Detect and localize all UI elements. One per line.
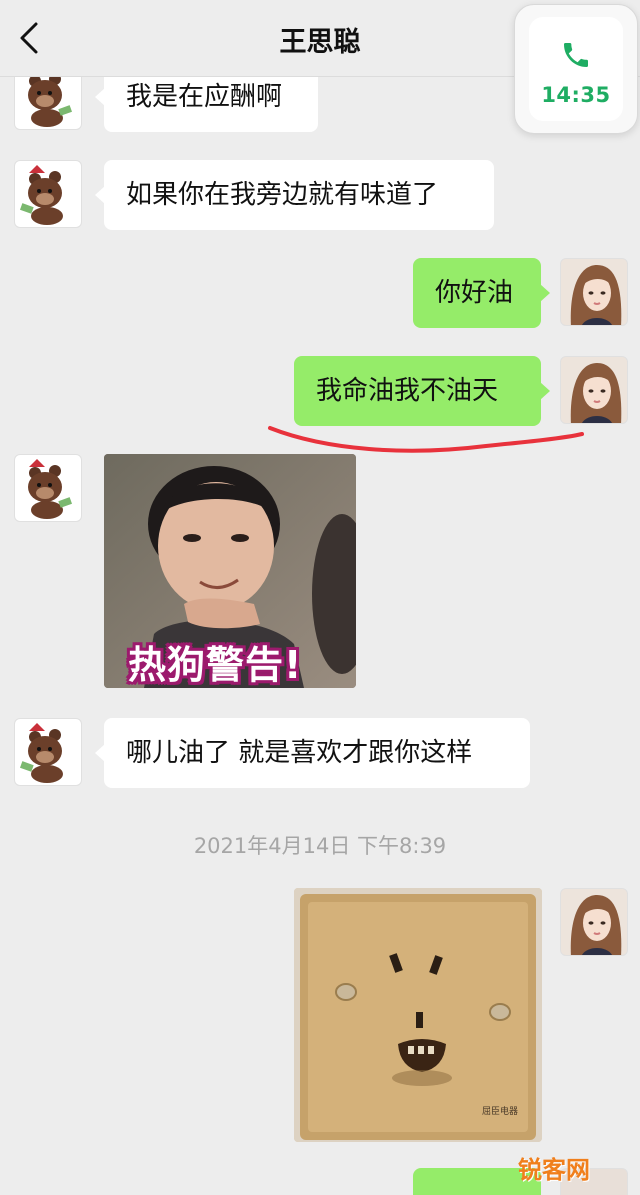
message-text: 如果你在我旁边就有味道了	[126, 180, 439, 210]
message-bubble-outgoing[interactable]: 你好油	[413, 258, 550, 328]
phone-icon	[564, 43, 588, 67]
chat-screen: 王思聪 14:35 我是在应酬啊 如果你在我旁边就有味道了 你好油 我命油我不油…	[0, 0, 640, 1195]
contact-avatar[interactable]	[14, 454, 82, 522]
message-bubble-incoming[interactable]: 如果你在我旁边就有味道了	[95, 160, 494, 230]
bear-avatar-icon	[19, 723, 63, 783]
socket-brand-label: 屈臣电器	[482, 1105, 518, 1117]
bear-avatar-icon	[28, 459, 73, 519]
contact-avatar[interactable]	[14, 160, 82, 228]
message-text: 哪儿油了 就是喜欢才跟你这样	[126, 738, 473, 768]
message-text: 你好油	[435, 278, 514, 308]
chat-timestamp: 2021年4月14日 下午8:39	[193, 834, 447, 858]
sticker-caption: 热狗警告!	[128, 643, 303, 687]
call-duration: 14:35	[541, 83, 611, 107]
sticker-message[interactable]: 热狗警告!	[104, 454, 356, 688]
wall-socket-photo: 屈臣电器	[294, 888, 542, 1142]
bear-avatar-icon	[19, 165, 63, 225]
girl-avatar-icon	[561, 357, 627, 423]
call-widget-card[interactable]: 14:35	[529, 17, 623, 121]
site-watermark: 锐客网	[518, 1156, 590, 1184]
my-avatar[interactable]	[560, 356, 628, 424]
girl-avatar-icon	[561, 259, 627, 325]
message-text: 我是在应酬啊	[126, 82, 283, 112]
my-avatar[interactable]	[560, 888, 628, 956]
message-bubble-outgoing[interactable]: 我命油我不油天	[294, 356, 550, 426]
contact-avatar[interactable]	[14, 718, 82, 786]
my-avatar[interactable]	[560, 258, 628, 326]
image-message[interactable]: 屈臣电器	[294, 888, 542, 1142]
ongoing-call-widget[interactable]: 14:35	[514, 4, 638, 134]
message-text: 我命油我不油天	[316, 376, 499, 406]
girl-avatar-icon	[561, 889, 627, 955]
message-bubble-incoming[interactable]: 哪儿油了 就是喜欢才跟你这样	[95, 718, 530, 788]
